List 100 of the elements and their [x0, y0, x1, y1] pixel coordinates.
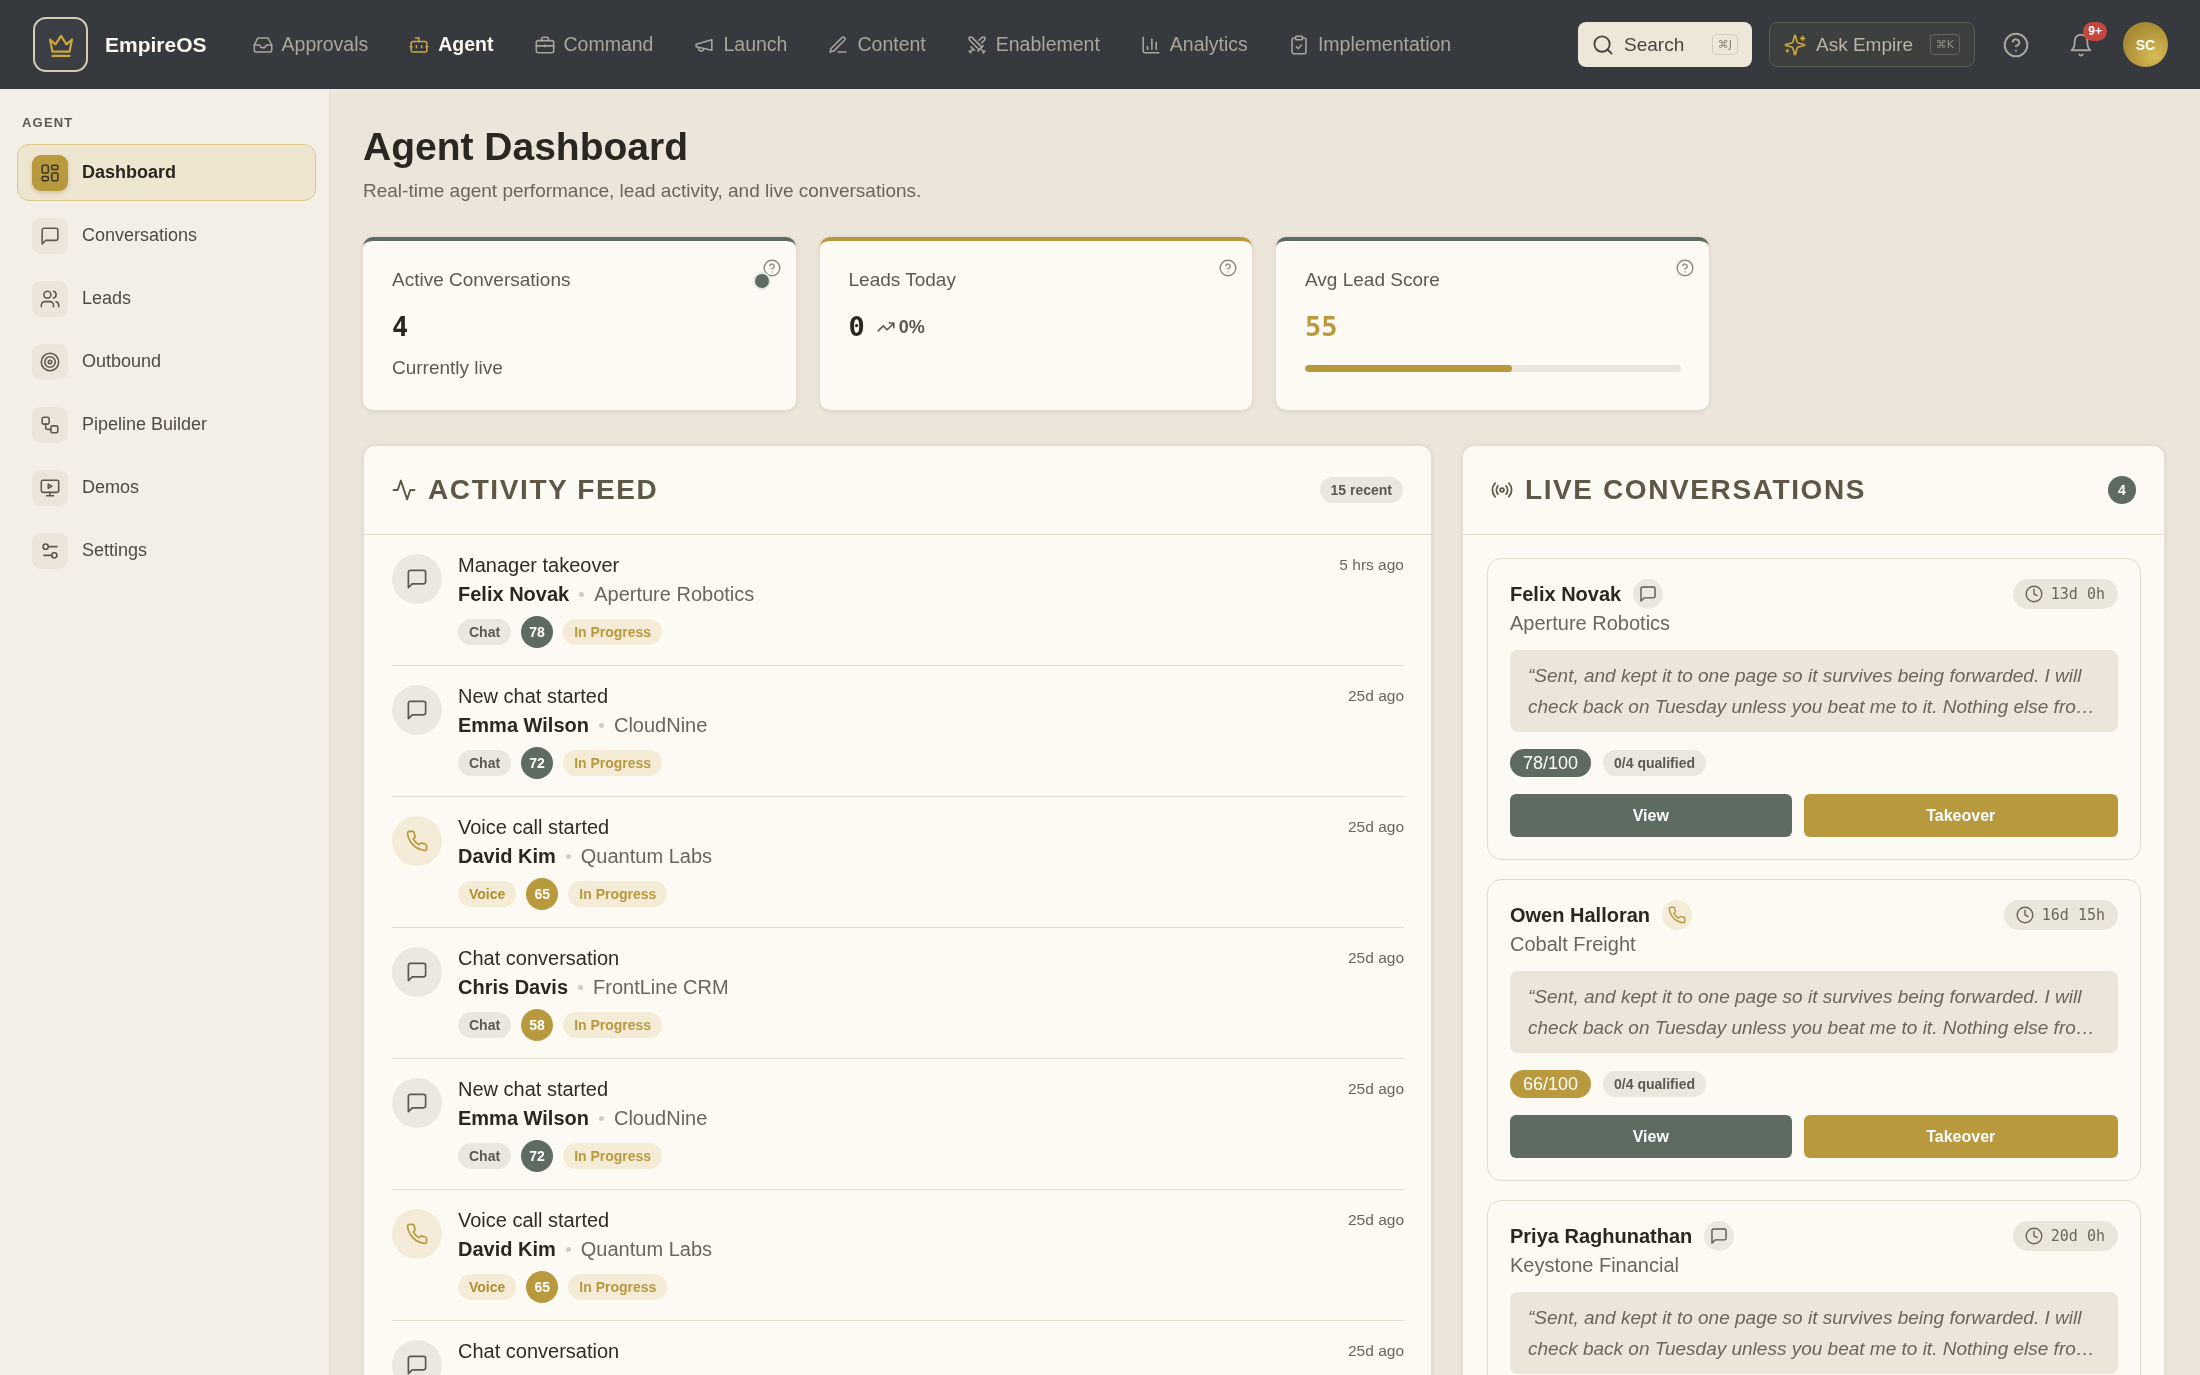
lead-score: 65	[526, 1271, 559, 1303]
sidebar-item[interactable]: Conversations	[17, 207, 316, 264]
sidebar-item[interactable]: Leads	[17, 270, 316, 327]
company-name: CloudNine	[613, 1106, 708, 1131]
activity-title: New chat started	[458, 1077, 609, 1102]
chat-bubble-icon	[1704, 1221, 1735, 1251]
robot-icon	[409, 34, 430, 55]
message-quote: “Sent, and kept it to one page so it survives being forwarded. I will check back on Tuesday unless you beat me to it. Nothing else fro…	[1510, 1292, 2118, 1374]
status-tag: In Progress	[563, 1143, 663, 1169]
company-name: Aperture Robotics	[1510, 611, 1671, 636]
search-button[interactable]: Search ⌘J	[1578, 22, 1752, 67]
lead-score: 65	[526, 878, 559, 910]
clock-icon	[2024, 585, 2043, 603]
inbox-icon	[252, 34, 273, 55]
monitor-play-icon	[32, 469, 68, 506]
panel-title: LIVE CONVERSATIONS	[1525, 474, 1866, 506]
activity-time: 25d ago	[1347, 1210, 1404, 1230]
company-name: Cobalt Freight	[1510, 932, 1636, 957]
lead-name: Chris Davis	[458, 975, 569, 1000]
lead-name: Felix Novak	[1510, 582, 1622, 606]
stat-value: 4	[392, 310, 409, 344]
sidebar-item[interactable]: Outbound	[17, 333, 316, 390]
nav-tab[interactable]: Implementation	[1288, 33, 1452, 56]
crossed-swords-icon	[966, 34, 987, 55]
separator-dot-icon	[598, 722, 604, 728]
lead-name: Emma Wilson	[458, 1106, 589, 1131]
activity-time: 5 hrs ago	[1339, 555, 1404, 575]
sliders-icon	[32, 532, 68, 569]
nav-tab[interactable]: Command	[534, 33, 654, 56]
chat-bubble-icon	[392, 1340, 442, 1375]
help-icon	[2003, 31, 2029, 58]
activity-title: Voice call started	[458, 1208, 610, 1233]
lead-name: David Kim	[458, 844, 556, 869]
page-title: Agent Dashboard	[363, 124, 689, 170]
target-icon	[32, 343, 68, 380]
lead-name: Owen Halloran	[1510, 903, 1651, 927]
lead-name: David Kim	[458, 1237, 556, 1262]
clock-icon	[2015, 906, 2034, 924]
sidebar-item[interactable]: Dashboard	[17, 144, 316, 201]
activity-time: 25d ago	[1347, 817, 1404, 837]
nav-tab[interactable]: Content	[828, 33, 926, 56]
channel-tag: Chat	[458, 1143, 512, 1169]
qualified-tag: 0/4 qualified	[1603, 750, 1706, 776]
nav-tab[interactable]: Enablement	[966, 33, 1100, 56]
sidebar-item[interactable]: Pipeline Builder	[17, 396, 316, 453]
lead-name: Emma Wilson	[458, 713, 589, 738]
nav-tab[interactable]: Agent	[409, 33, 494, 56]
chat-bubble-icon	[392, 1078, 442, 1128]
sidebar-item[interactable]: Settings	[17, 522, 316, 579]
dashboard-grid-icon	[32, 154, 68, 191]
nav-tab[interactable]: Approvals	[252, 33, 369, 56]
sidebar-item[interactable]: Demos	[17, 459, 316, 516]
chat-bubble-icon	[1633, 579, 1664, 609]
qualified-tag: 0/4 qualified	[1603, 1071, 1706, 1097]
recent-count-tag: 15 recent	[1319, 477, 1403, 503]
clock-icon	[2024, 1227, 2043, 1245]
view-button[interactable]: View	[1510, 1115, 1792, 1158]
view-button[interactable]: View	[1510, 794, 1792, 837]
phone-icon	[392, 1209, 442, 1259]
broadcast-icon	[1491, 479, 1513, 501]
separator-dot-icon	[579, 591, 585, 597]
activity-title: Chat conversation	[458, 946, 620, 971]
briefcase-icon	[534, 34, 555, 55]
live-count: 4	[2108, 476, 2136, 504]
message-quote: “Sent, and kept it to one page so it survives being forwarded. I will check back on Tuesday unless you beat me to it. Nothing else fro…	[1510, 650, 2118, 732]
help-icon	[1219, 259, 1237, 277]
activity-title: Manager takeover	[458, 553, 620, 578]
crown-logo-icon[interactable]	[33, 17, 88, 72]
lead-name: Felix Novak	[458, 582, 570, 607]
channel-tag: Chat	[458, 1012, 512, 1038]
chat-bubble-icon	[392, 554, 442, 604]
nav-tab[interactable]: Launch	[694, 33, 788, 56]
lead-score: 58	[521, 1009, 554, 1041]
activity-time: 25d ago	[1347, 686, 1404, 706]
company-name: Aperture Robotics	[594, 582, 755, 607]
activity-time: 25d ago	[1347, 1341, 1404, 1361]
status-tag: In Progress	[568, 1274, 668, 1300]
help-button[interactable]	[2003, 31, 2029, 58]
stat-note: Currently live	[392, 356, 503, 380]
company-name: Quantum Labs	[580, 844, 712, 869]
chat-bubble-icon	[392, 947, 442, 997]
nav-tab[interactable]: Analytics	[1140, 33, 1248, 56]
message-quote: “Sent, and kept it to one page so it survives being forwarded. I will check back on Tuesday unless you beat me to it. Nothing else fro…	[1510, 971, 2118, 1053]
phone-icon	[392, 816, 442, 866]
notification-count: 9+	[2083, 21, 2107, 41]
ask-assistant-button[interactable]: Ask Empire ⌘K	[1769, 22, 1975, 67]
separator-dot-icon	[578, 984, 584, 990]
duration-text: 13d 0h	[2050, 585, 2105, 603]
separator-dot-icon	[598, 1115, 604, 1121]
help-icon	[762, 259, 781, 277]
panel-title: ACTIVITY FEED	[428, 474, 659, 506]
company-name: CloudNine	[613, 713, 708, 738]
channel-tag: Chat	[458, 619, 512, 645]
status-tag: In Progress	[563, 1012, 663, 1038]
status-tag: In Progress	[568, 881, 668, 907]
channel-tag: Voice	[458, 1274, 517, 1300]
lead-score: 72	[521, 747, 554, 779]
stat-change: 0%	[898, 316, 925, 338]
page-subtitle: Real-time agent performance, lead activity, and live conversations.	[363, 179, 922, 203]
separator-dot-icon	[565, 1246, 571, 1252]
